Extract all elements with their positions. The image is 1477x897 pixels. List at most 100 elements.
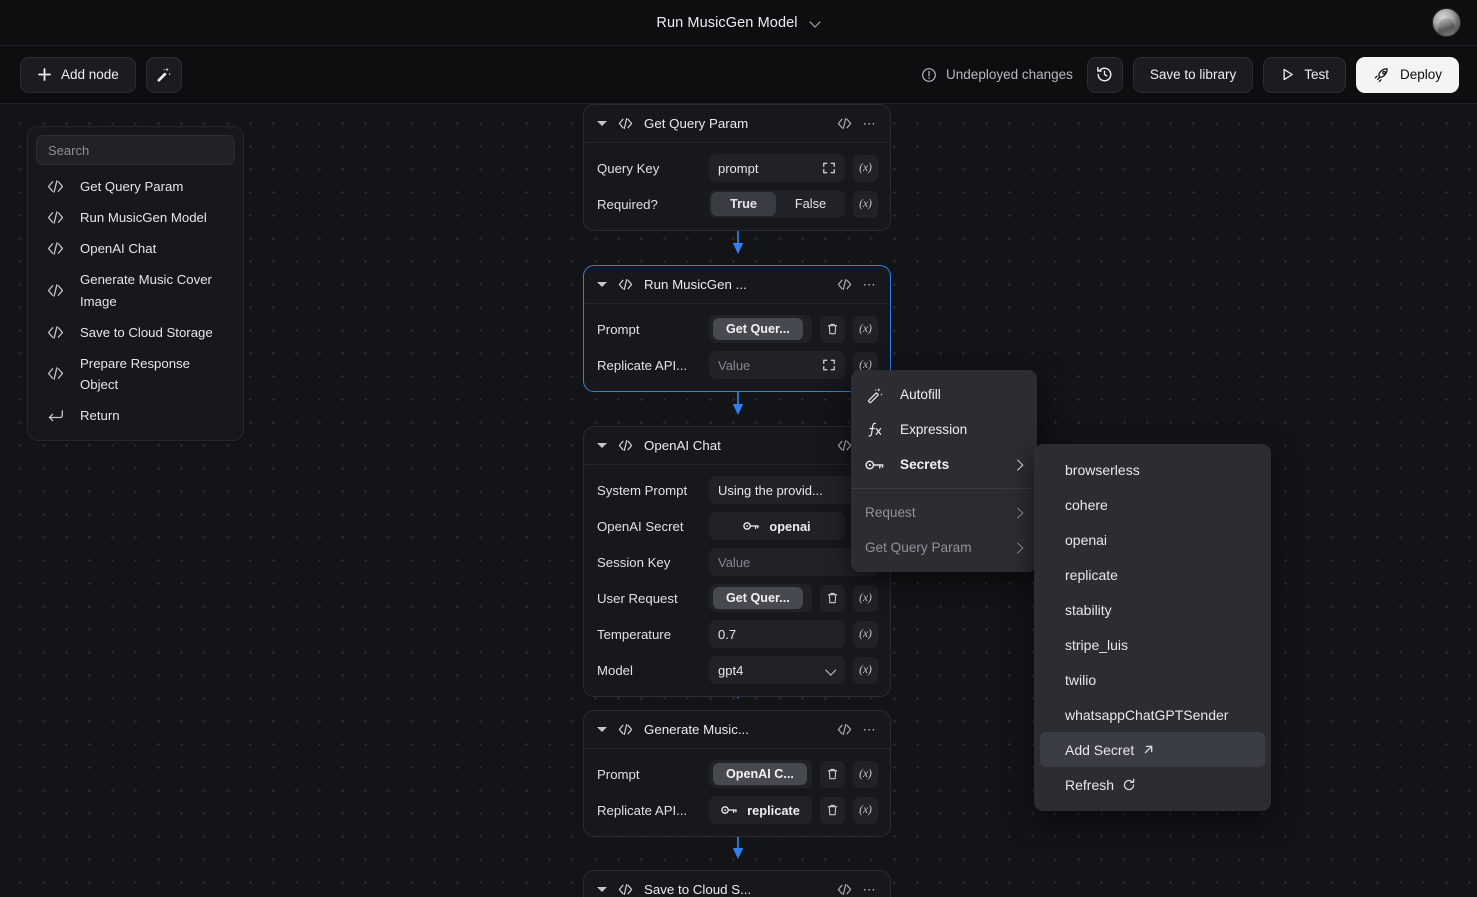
palette-item[interactable]: Get Query Param (36, 171, 235, 202)
field-expression-button[interactable]: (x) (853, 316, 878, 343)
external-link-icon (1142, 743, 1155, 756)
field-expression-button[interactable]: (x) (853, 797, 878, 824)
secret-menu-item[interactable]: cohere (1040, 487, 1265, 522)
reference-chip[interactable]: OpenAI C... (713, 763, 807, 785)
deploy-button[interactable]: Deploy (1356, 57, 1459, 93)
field-delete-button[interactable] (820, 316, 845, 343)
node-code-icon[interactable] (837, 117, 852, 130)
node-code-icon[interactable] (837, 439, 852, 452)
secret-menu-item[interactable]: stripe_luis (1040, 627, 1265, 662)
secret-menu-item[interactable]: twilio (1040, 662, 1265, 697)
flow-canvas[interactable]: Get Query ParamRun MusicGen ModelOpenAI … (0, 104, 1477, 897)
palette-item[interactable]: Prepare Response Object (36, 348, 235, 400)
field-reference-chip-wrap[interactable]: Get Quer... (709, 584, 812, 612)
context-menu-item[interactable]: Expression (851, 412, 1037, 447)
field-expression-button[interactable]: (x) (853, 155, 878, 182)
field-delete-button[interactable] (820, 585, 845, 612)
context-menu-item-label: Expression (900, 422, 967, 437)
code-icon (618, 723, 633, 736)
reference-chip[interactable]: Get Quer... (713, 318, 803, 340)
field-text-input[interactable]: prompt (709, 154, 845, 182)
expand-icon[interactable] (822, 161, 836, 175)
node-header[interactable]: OpenAI Chat⋯ (584, 427, 890, 465)
test-button[interactable]: Test (1263, 57, 1346, 93)
expand-icon[interactable] (822, 358, 836, 372)
palette-item[interactable]: Generate Music Cover Image (36, 264, 235, 316)
add-secret-label: Add Secret (1065, 742, 1134, 758)
chevron-down-icon[interactable] (810, 17, 821, 28)
secret-menu-item[interactable]: stability (1040, 592, 1265, 627)
node-code-icon[interactable] (837, 278, 852, 291)
palette-item[interactable]: Return (36, 400, 235, 431)
segment-option-false[interactable]: False (778, 192, 843, 216)
palette-item[interactable]: Save to Cloud Storage (36, 317, 235, 348)
collapse-toggle-icon[interactable] (597, 121, 607, 126)
collapse-toggle-icon[interactable] (597, 282, 607, 287)
node-field-row: Replicate API...Value(x) (597, 351, 878, 379)
secret-menu-item[interactable]: whatsappChatGPTSender (1040, 697, 1265, 732)
node-header[interactable]: Save to Cloud S...⋯ (584, 871, 890, 897)
secret-name: openai (769, 519, 810, 534)
add-node-button[interactable]: Add node (20, 57, 136, 93)
context-menu-item-disabled: Request (851, 495, 1037, 530)
field-expression-button[interactable]: (x) (853, 657, 878, 684)
node-title: Generate Music... (644, 722, 826, 737)
code-icon (618, 278, 633, 291)
node-code-icon[interactable] (837, 883, 852, 896)
search-input[interactable] (36, 135, 235, 165)
avatar[interactable] (1432, 8, 1461, 37)
secret-menu-item[interactable]: browserless (1040, 452, 1265, 487)
node-more-menu-button[interactable]: ⋯ (863, 883, 877, 896)
context-menu-item[interactable]: Secrets (851, 447, 1037, 482)
secret-menu-item[interactable]: replicate (1040, 557, 1265, 592)
field-select[interactable]: gpt4 (709, 656, 845, 684)
palette-item[interactable]: OpenAI Chat (36, 233, 235, 264)
node-field-row: OpenAI Secretopenai (597, 512, 878, 540)
field-expression-button[interactable]: (x) (853, 585, 878, 612)
flow-node[interactable]: Get Query Param⋯Query Keyprompt(x)Requir… (583, 104, 891, 231)
collapse-toggle-icon[interactable] (597, 443, 607, 448)
node-more-menu-button[interactable]: ⋯ (863, 723, 877, 736)
node-header[interactable]: Get Query Param⋯ (584, 105, 890, 143)
collapse-toggle-icon[interactable] (597, 887, 607, 892)
history-button[interactable] (1087, 57, 1123, 93)
field-secret-value[interactable]: openai (709, 512, 845, 540)
field-delete-button[interactable] (820, 797, 845, 824)
field-secret-value[interactable]: replicate (709, 796, 812, 824)
field-delete-button[interactable] (820, 761, 845, 788)
page-title: Run MusicGen Model (656, 15, 797, 31)
field-expression-button[interactable]: (x) (853, 621, 878, 648)
reference-chip[interactable]: Get Quer... (713, 587, 803, 609)
field-segmented-control[interactable]: TrueFalse (709, 190, 845, 218)
node-header[interactable]: Generate Music... ⋯ (584, 711, 890, 749)
node-code-icon[interactable] (837, 723, 852, 736)
collapse-toggle-icon[interactable] (597, 727, 607, 732)
flow-node[interactable]: OpenAI Chat⋯ System PromptUsing the provi… (583, 426, 891, 697)
field-reference-chip-wrap[interactable]: Get Quer... (709, 315, 812, 343)
secret-menu-item[interactable]: openai (1040, 522, 1265, 557)
field-text-input[interactable]: Value (709, 351, 845, 379)
field-text-input[interactable]: 0.7 (709, 620, 845, 648)
palette-item-label: Return (80, 405, 120, 426)
save-to-library-button[interactable]: Save to library (1133, 57, 1253, 93)
palette-item-label: Get Query Param (80, 176, 183, 197)
flow-node[interactable]: Save to Cloud S...⋯ (583, 870, 891, 897)
refresh-menu-item[interactable]: Refresh (1040, 767, 1265, 802)
field-expression-button[interactable]: (x) (853, 761, 878, 788)
segment-option-true[interactable]: True (711, 192, 776, 216)
add-secret-menu-item[interactable]: Add Secret (1040, 732, 1265, 767)
workflow-title-dropdown[interactable]: Run MusicGen Model (656, 15, 820, 31)
field-expression-button[interactable]: (x) (853, 191, 878, 218)
code-icon (618, 117, 633, 130)
node-more-menu-button[interactable]: ⋯ (863, 278, 877, 291)
flow-node[interactable]: Run MusicGen ...⋯PromptGet Quer...(x)Rep… (583, 265, 891, 392)
field-reference-chip-wrap[interactable]: OpenAI C... (709, 760, 812, 788)
node-header[interactable]: Run MusicGen ...⋯ (584, 266, 890, 304)
context-menu-item[interactable]: Autofill (851, 377, 1037, 412)
flow-node[interactable]: Generate Music...⋯PromptOpenAI C...(x)Re… (583, 710, 891, 837)
magic-autofill-button[interactable] (146, 57, 182, 93)
chevron-down-icon[interactable] (827, 666, 836, 675)
palette-item[interactable]: Run MusicGen Model (36, 202, 235, 233)
node-more-menu-button[interactable]: ⋯ (863, 117, 877, 130)
node-field-row: System PromptUsing the provid... (597, 476, 878, 504)
